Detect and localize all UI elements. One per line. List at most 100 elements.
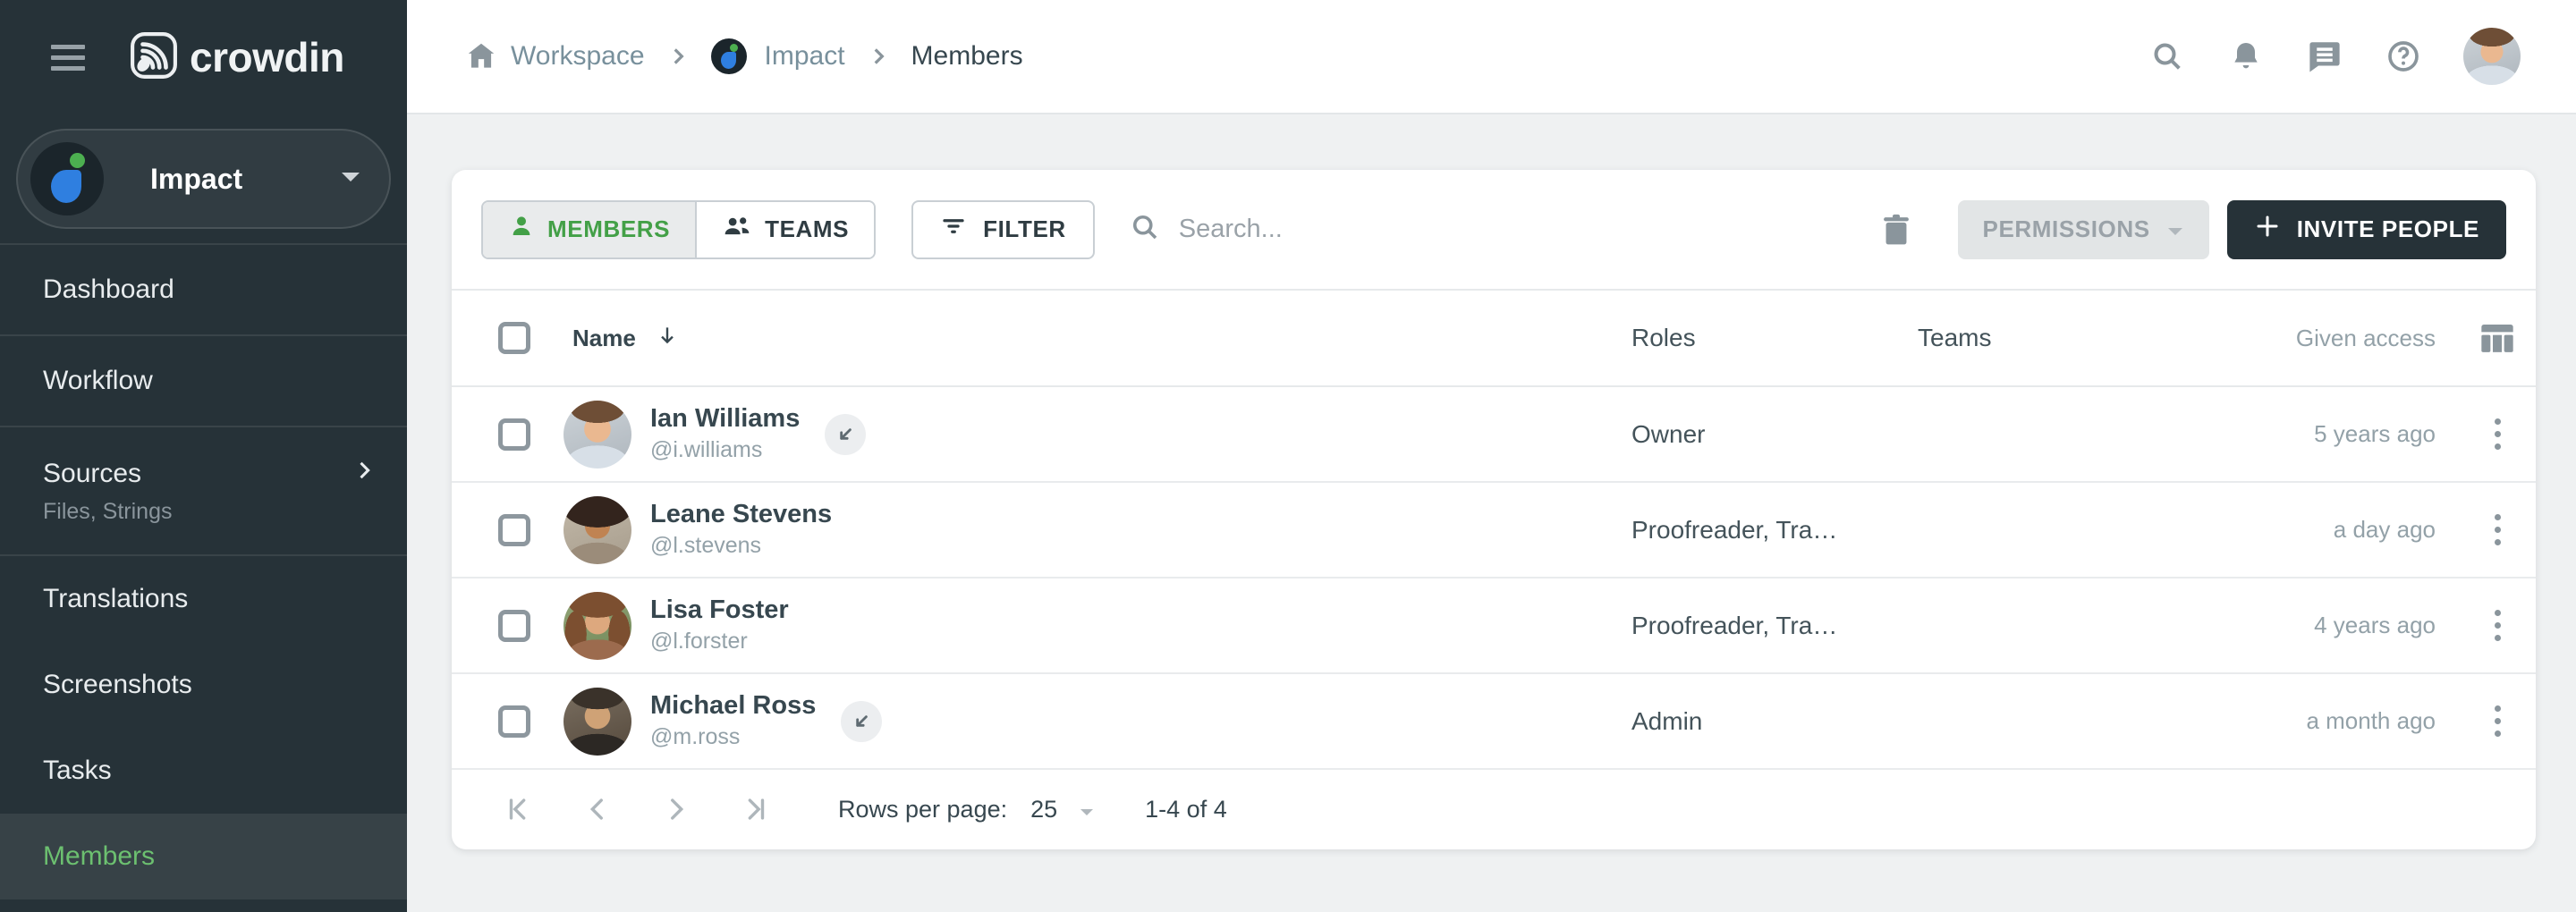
breadcrumb: Workspace Impact Members — [462, 38, 1023, 75]
impact-project-logo — [30, 142, 104, 215]
search-input[interactable] — [1179, 215, 1716, 244]
permissions-button-label: PERMISSIONS — [1983, 215, 2150, 243]
member-username: @l.forster — [650, 629, 789, 654]
rows-per-page-select[interactable]: 25 — [1030, 796, 1095, 823]
sort-by-name[interactable]: Name — [572, 324, 679, 353]
crowdin-mark-icon — [130, 31, 178, 84]
sidebar-item-label: Screenshots — [43, 670, 192, 700]
user-avatar[interactable] — [2463, 28, 2521, 85]
delete-trash-icon[interactable] — [1876, 207, 1917, 252]
tab-members-label: MEMBERS — [547, 215, 670, 243]
last-page-button[interactable] — [734, 789, 775, 830]
chevron-right-icon — [666, 45, 690, 68]
invite-people-button[interactable]: INVITE PEOPLE — [2227, 200, 2506, 259]
table-header: Name Roles Teams Given access — [452, 291, 2536, 387]
member-roles: Proofreader, Tra… — [1631, 612, 1918, 640]
member-name[interactable]: Leane Stevens — [650, 501, 832, 529]
table-row: Ian Williams @i.williams Owner 5 years a… — [452, 387, 2536, 483]
plus-icon — [2254, 213, 2281, 246]
invite-people-label: INVITE PEOPLE — [2297, 215, 2479, 243]
login-as-user-badge[interactable] — [825, 414, 866, 455]
member-roles: Proofreader, Tra… — [1631, 516, 1918, 545]
breadcrumb-project[interactable]: Impact — [711, 38, 845, 74]
topbar-actions — [2148, 28, 2521, 85]
member-name[interactable]: Michael Ross — [650, 692, 816, 721]
breadcrumb-current-page: Members — [911, 41, 1023, 72]
pagination-range: 1-4 of 4 — [1145, 796, 1227, 823]
topbar-brand-area: crowdin — [0, 0, 407, 114]
row-checkbox[interactable] — [498, 610, 530, 642]
chevron-down-icon — [2166, 215, 2184, 243]
crowdin-logo[interactable]: crowdin — [130, 31, 344, 84]
columns-settings-icon[interactable] — [2479, 320, 2515, 356]
menu-icon[interactable] — [51, 45, 85, 71]
login-as-user-badge[interactable] — [841, 701, 882, 742]
tab-teams-label: TEAMS — [765, 215, 849, 243]
filter-button-label: FILTER — [983, 215, 1066, 243]
member-given-access: 4 years ago — [2167, 612, 2436, 639]
member-avatar[interactable] — [564, 401, 631, 469]
help-icon[interactable] — [2385, 38, 2422, 75]
first-page-button[interactable] — [498, 789, 539, 830]
search-box — [1129, 211, 1716, 248]
table-row: Michael Ross @m.ross Admin a month ago — [452, 674, 2536, 770]
sidebar-item-dashboard[interactable]: Dashboard — [0, 245, 407, 334]
project-name: Impact — [150, 163, 339, 196]
person-icon — [508, 213, 535, 246]
pagination-bar: Rows per page: 25 1-4 of 4 — [452, 770, 2536, 849]
row-checkbox[interactable] — [498, 705, 530, 738]
home-icon[interactable] — [462, 38, 500, 75]
row-checkbox[interactable] — [498, 418, 530, 451]
sidebar-item-label: Sources — [43, 459, 141, 489]
member-given-access: a day ago — [2167, 516, 2436, 544]
sidebar-item-members[interactable]: Members — [0, 814, 407, 899]
topbar: crowdin Workspace Impact Members — [0, 0, 2576, 114]
crowdin-wordmark: crowdin — [190, 33, 344, 81]
sidebar-item-label: Dashboard — [43, 274, 174, 305]
sidebar-item-sublabel: Files, Strings — [43, 499, 377, 525]
breadcrumb-workspace[interactable]: Workspace — [511, 41, 645, 72]
search-icon[interactable] — [2148, 38, 2186, 75]
chevron-down-icon — [1079, 796, 1095, 823]
row-checkbox[interactable] — [498, 514, 530, 546]
sidebar: Impact Dashboard Workflow Sources Files,… — [0, 114, 407, 912]
sidebar-item-tasks[interactable]: Tasks — [0, 728, 407, 814]
select-all-checkbox[interactable] — [498, 322, 530, 354]
member-avatar[interactable] — [564, 688, 631, 756]
table-row: Leane Stevens @l.stevens Proofreader, Tr… — [452, 483, 2536, 578]
project-switcher[interactable]: Impact — [16, 129, 391, 229]
filter-icon — [940, 213, 967, 246]
row-menu-kebab-icon[interactable] — [2489, 604, 2506, 646]
column-header-given-access: Given access — [2167, 325, 2436, 352]
permissions-button[interactable]: PERMISSIONS — [1958, 200, 2209, 259]
rows-per-page-value: 25 — [1030, 796, 1057, 823]
row-menu-kebab-icon[interactable] — [2489, 700, 2506, 742]
people-icon — [722, 213, 752, 246]
sidebar-item-label: Tasks — [43, 756, 112, 786]
sidebar-item-sources[interactable]: Sources Files, Strings — [0, 427, 407, 554]
tab-teams[interactable]: TEAMS — [697, 202, 874, 258]
sidebar-item-translations[interactable]: Translations — [0, 556, 407, 642]
messages-icon[interactable] — [2306, 38, 2343, 75]
column-header-roles: Roles — [1631, 324, 1918, 352]
member-avatar[interactable] — [564, 496, 631, 564]
sidebar-item-workflow[interactable]: Workflow — [0, 336, 407, 426]
next-page-button[interactable] — [656, 789, 697, 830]
notifications-bell-icon[interactable] — [2227, 38, 2265, 75]
sidebar-item-screenshots[interactable]: Screenshots — [0, 642, 407, 728]
member-avatar[interactable] — [564, 592, 631, 660]
main-content: MEMBERS TEAMS FILTER — [407, 114, 2576, 912]
toolbar-actions: PERMISSIONS INVITE PEOPLE — [1876, 200, 2507, 259]
sidebar-item-label: Members — [43, 841, 155, 872]
tab-members[interactable]: MEMBERS — [483, 202, 697, 258]
row-menu-kebab-icon[interactable] — [2489, 509, 2506, 551]
sidebar-item-label: Workflow — [43, 366, 153, 396]
members-toolbar: MEMBERS TEAMS FILTER — [452, 170, 2536, 291]
search-icon — [1129, 211, 1161, 248]
member-name[interactable]: Lisa Foster — [650, 596, 789, 625]
member-name[interactable]: Ian Williams — [650, 405, 800, 434]
breadcrumb-project-label: Impact — [765, 41, 845, 72]
row-menu-kebab-icon[interactable] — [2489, 413, 2506, 455]
filter-button[interactable]: FILTER — [911, 200, 1095, 259]
previous-page-button[interactable] — [577, 789, 618, 830]
